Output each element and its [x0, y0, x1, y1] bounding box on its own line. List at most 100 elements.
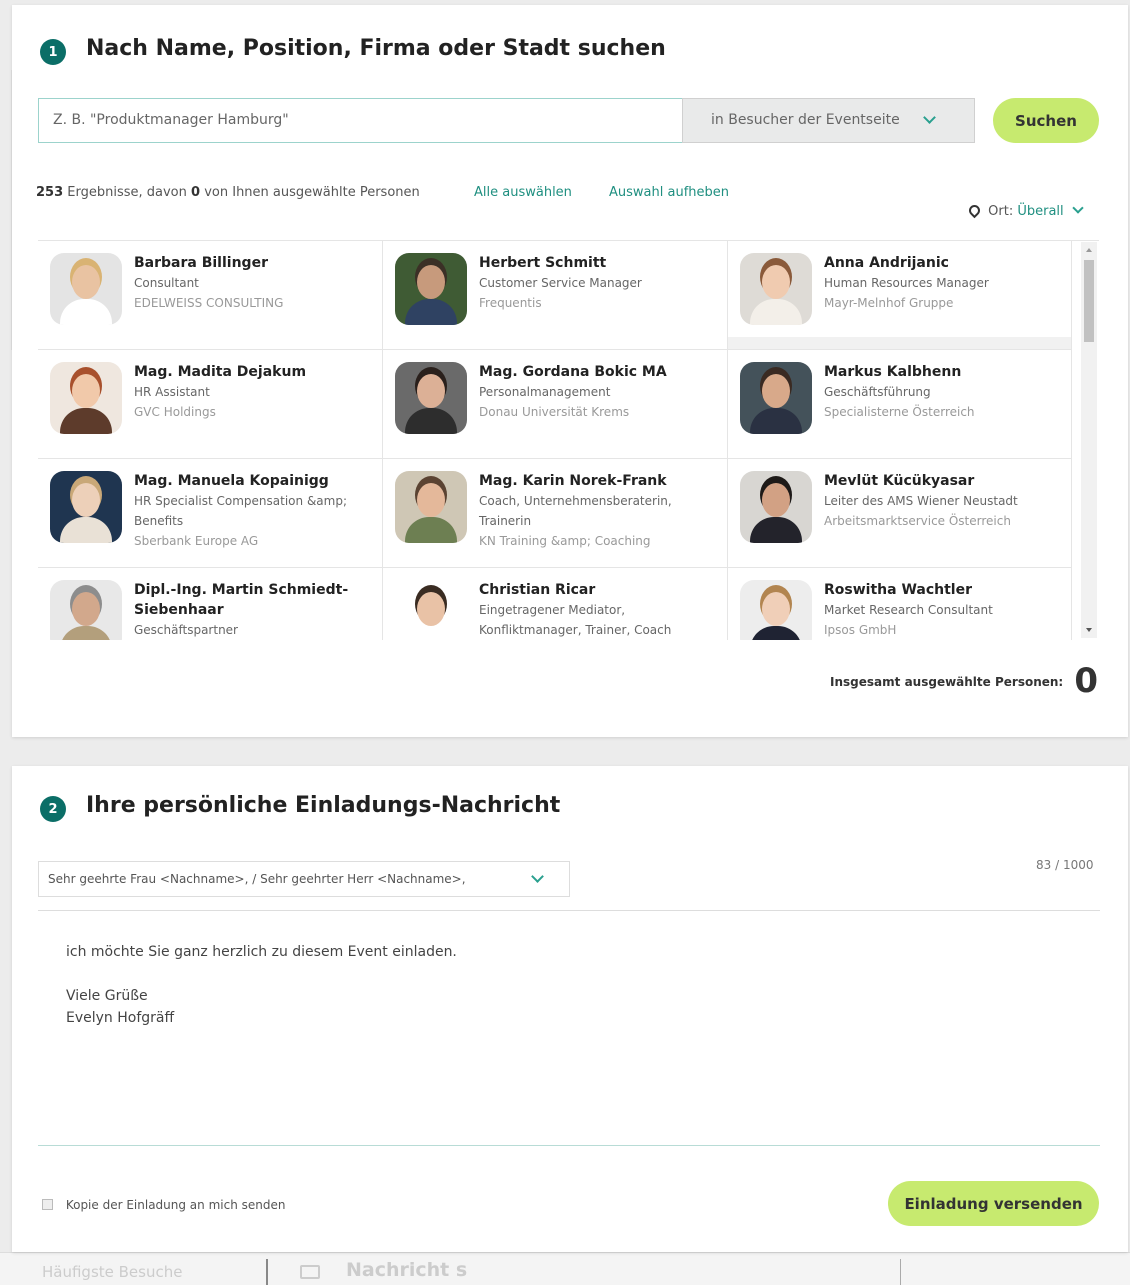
person-card[interactable]: Roswitha Wachtler Market Research Consult…	[728, 568, 1072, 640]
results-scrollbar[interactable]	[1081, 242, 1097, 638]
chevron-down-icon	[923, 111, 936, 124]
person-company: Frequentis	[479, 296, 542, 310]
search-input[interactable]: Z. B. "Produktmanager Hamburg"	[38, 98, 682, 143]
person-card[interactable]: Dipl.-Ing. Martin Schmiedt-Siebenhaar Ges…	[38, 568, 383, 640]
person-position: Personalmanagement	[479, 385, 611, 399]
total-selected-label: Insgesamt ausgewählte Personen:	[830, 675, 1064, 689]
person-card[interactable]: Markus Kalbhenn Geschäftsführung Specialis…	[728, 350, 1072, 459]
background-tab-message: Nachricht s	[346, 1259, 468, 1281]
avatar-body	[60, 299, 112, 325]
person-card[interactable]: Barbara Billinger Consultant EDELWEISS CON…	[38, 241, 383, 350]
search-scope-select[interactable]: in Besucher der Eventseite	[682, 98, 975, 143]
avatar	[740, 253, 812, 325]
person-position: HR Specialist Compensation &amp; Benefit…	[134, 494, 347, 528]
send-invitation-button[interactable]: Einladung versenden	[888, 1181, 1099, 1226]
person-company: Mayr-Melnhof Gruppe	[824, 296, 954, 310]
person-company: Donau Universität Krems	[479, 405, 630, 419]
person-position: Geschäftsführung	[824, 385, 931, 399]
background-tab-most-visits: Häufigste Besuche	[42, 1263, 183, 1281]
avatar	[50, 253, 122, 325]
person-card[interactable]: Christian Ricar Eingetragener Mediator, K…	[383, 568, 728, 640]
person-card[interactable]: Mevlüt Kücükyasar Leiter des AMS Wiener N…	[728, 459, 1072, 568]
person-position: HR Assistant	[134, 385, 210, 399]
person-name: Mag. Karin Norek-Frank	[479, 473, 667, 489]
person-card[interactable]: Herbert Schmitt Customer Service Manager F…	[383, 241, 728, 350]
avatar-head	[762, 265, 790, 299]
avatar-head	[417, 374, 445, 408]
results-text-suffix: von Ihnen ausgewählte Personen	[204, 185, 420, 200]
avatar-head	[72, 265, 100, 299]
person-company: Arbeitsmarktservice Österreich	[824, 514, 1011, 528]
avatar-body	[750, 408, 802, 434]
person-position: Customer Service Manager	[479, 276, 642, 290]
avatar-head	[762, 374, 790, 408]
avatar-head	[417, 483, 445, 517]
person-position: Coach, Unternehmensberaterin, Trainerin	[479, 494, 672, 528]
scroll-up-arrow-icon[interactable]	[1086, 248, 1092, 252]
avatar-head	[762, 592, 790, 626]
copy-to-me-label: Kopie der Einladung an mich senden	[65, 1198, 286, 1212]
select-all-link[interactable]: Alle auswählen	[474, 185, 572, 200]
avatar	[740, 580, 812, 640]
person-card[interactable]: Anna Andrijanic Human Resources Manager Ma…	[728, 241, 1072, 350]
person-card[interactable]: Mag. Gordana Bokic MA Personalmanagement D…	[383, 350, 728, 459]
avatar-body	[60, 626, 112, 640]
person-name: Herbert Schmitt	[479, 255, 607, 271]
person-position: Geschäftspartner	[134, 623, 238, 637]
message-card: 2 Ihre persönliche Einladungs-Nachricht …	[12, 766, 1128, 1252]
clear-selection-link[interactable]: Auswahl aufheben	[609, 185, 729, 200]
person-card[interactable]: Mag. Karin Norek-Frank Coach, Unternehmen…	[383, 459, 728, 568]
chevron-down-icon	[1072, 202, 1084, 214]
message-textarea[interactable]: ich möchte Sie ganz herzlich zu diesem E…	[38, 910, 1100, 1146]
results-summary: 253 Ergebnisse, davon 0 von Ihnen ausgew…	[36, 185, 420, 200]
avatar-body	[405, 626, 457, 640]
person-card[interactable]: Mag. Madita Dejakum HR Assistant GVC Holdi…	[38, 350, 383, 459]
person-name: Barbara Billinger	[134, 255, 268, 271]
divider	[900, 1259, 901, 1285]
avatar	[395, 253, 467, 325]
person-card[interactable]: Mag. Manuela Kopainigg HR Specialist Comp…	[38, 459, 383, 568]
person-company: GVC Holdings	[134, 405, 216, 419]
location-label: Ort:	[988, 204, 1014, 219]
person-company: Sberbank Europe AG	[134, 534, 259, 548]
chat-icon	[300, 1265, 320, 1279]
person-company: KN Training &amp; Coaching	[479, 534, 651, 548]
location-filter[interactable]: Ort: Überall	[966, 202, 1084, 219]
avatar	[50, 362, 122, 434]
person-name: Markus Kalbhenn	[824, 364, 962, 380]
search-card: 1 Nach Name, Position, Firma oder Stadt …	[12, 5, 1128, 737]
avatar	[50, 471, 122, 543]
person-name: Mag. Gordana Bokic MA	[479, 364, 667, 380]
person-name: Roswitha Wachtler	[824, 582, 972, 598]
person-name: Anna Andrijanic	[824, 255, 949, 271]
person-position: Human Resources Manager	[824, 276, 989, 290]
scroll-down-arrow-icon[interactable]	[1086, 628, 1092, 632]
message-line: ich möchte Sie ganz herzlich zu diesem E…	[66, 944, 457, 960]
avatar-body	[405, 408, 457, 434]
salutation-select[interactable]: Sehr geehrte Frau <Nachname>, / Sehr gee…	[38, 861, 570, 897]
results-selected-count: 0	[191, 185, 201, 200]
avatar-body	[750, 626, 802, 640]
avatar-body	[60, 408, 112, 434]
divider	[266, 1259, 268, 1285]
avatar	[50, 580, 122, 640]
avatar-head	[762, 483, 790, 517]
copy-to-me-checkbox[interactable]	[42, 1199, 53, 1210]
person-name: Mag. Manuela Kopainigg	[134, 473, 329, 489]
character-count: 83 / 1000	[1036, 858, 1094, 872]
copy-to-me-option[interactable]: Kopie der Einladung an mich senden	[42, 1198, 285, 1212]
search-button[interactable]: Suchen	[993, 98, 1099, 143]
people-results-list[interactable]: Barbara Billinger Consultant EDELWEISS CON…	[38, 240, 1099, 640]
avatar	[740, 362, 812, 434]
avatar	[395, 362, 467, 434]
scrollbar-thumb[interactable]	[1084, 260, 1094, 342]
background-tab-strip: Häufigste Besuche Nachricht s	[0, 1252, 1130, 1285]
avatar-head	[72, 592, 100, 626]
step-badge-2: 2	[40, 796, 66, 822]
person-company: Ipsos GmbH	[824, 623, 897, 637]
avatar-head	[72, 483, 100, 517]
total-selected-count: 0	[1074, 661, 1098, 701]
avatar-head	[417, 265, 445, 299]
person-company: EDELWEISS CONSULTING	[134, 296, 284, 310]
results-text: Ergebnisse, davon	[67, 185, 187, 200]
